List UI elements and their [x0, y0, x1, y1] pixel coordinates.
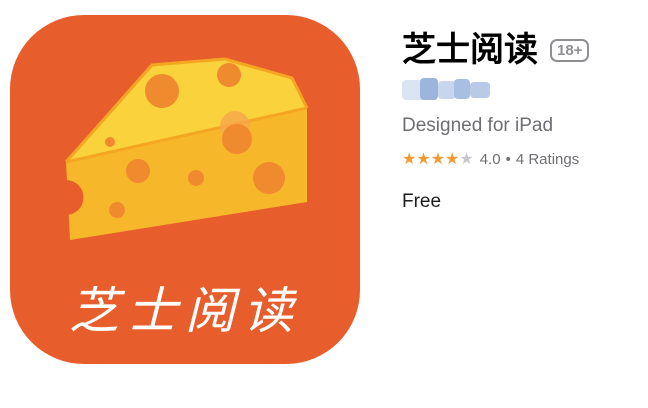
star-filled-icon: ★ [402, 150, 417, 168]
rating-row: ★ ★ ★ ★ ★ 4.0 • 4 Ratings [402, 151, 589, 168]
app-store-listing: 芝士阅读 芝士阅读 18+ Designed for iPad ★ ★ ★ ★ … [0, 0, 648, 408]
developer-name-blurred[interactable] [402, 76, 494, 104]
app-info: 芝士阅读 18+ Designed for iPad ★ ★ ★ ★ ★ 4.0… [402, 30, 590, 213]
icon-caption: 芝士阅读 [69, 282, 301, 340]
price-label[interactable]: Free [402, 191, 589, 213]
star-filled-icon: ★ [416, 150, 431, 168]
star-filled-icon: ★ [445, 150, 460, 168]
rating-value: 4.0 [479, 151, 501, 168]
star-empty-icon: ★ [459, 150, 474, 168]
designed-for-label: Designed for iPad [402, 115, 554, 136]
rating-separator: • [505, 151, 511, 168]
title-row: 芝士阅读 18+ [402, 30, 590, 70]
app-title: 芝士阅读 [402, 30, 538, 70]
app-icon[interactable]: 芝士阅读 [10, 15, 360, 364]
star-rating: ★ ★ ★ ★ ★ [402, 150, 474, 168]
age-rating-badge: 18+ [550, 38, 590, 62]
rating-count[interactable]: 4 Ratings [516, 151, 579, 168]
star-filled-icon: ★ [430, 150, 446, 168]
